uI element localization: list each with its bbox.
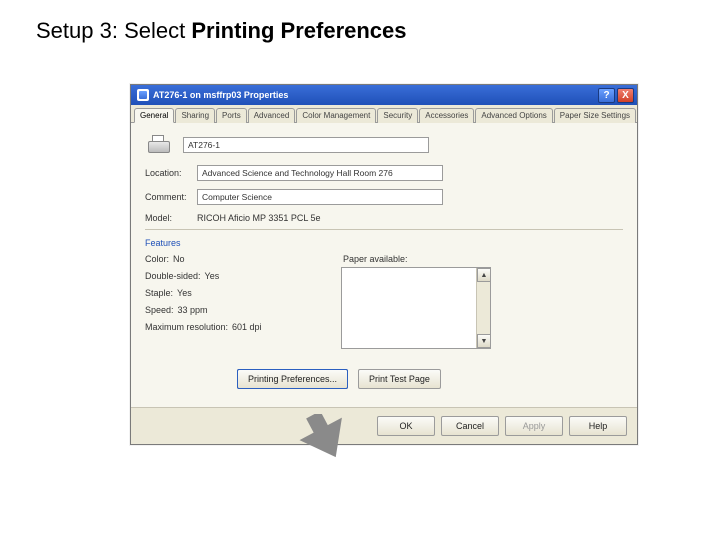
paper-available-label: Paper available: [343,254,491,264]
tab-security[interactable]: Security [377,108,418,123]
features-title: Features [145,238,623,248]
ok-button[interactable]: OK [377,416,435,436]
tab-ports[interactable]: Ports [216,108,247,123]
printing-preferences-button[interactable]: Printing Preferences... [237,369,348,389]
feat-duplex-k: Double-sided: [145,271,201,281]
dialog-button-bar: OK Cancel Apply Help [131,407,637,444]
general-pane: AT276-1 Location: Advanced Science and T… [131,122,637,407]
printer-icon [145,133,173,157]
tab-advanced[interactable]: Advanced [248,108,296,123]
help-button[interactable]: Help [569,416,627,436]
scroll-down-button[interactable]: ▼ [477,334,491,348]
model-value: RICOH Aficio MP 3351 PCL 5e [197,213,321,223]
help-window-button[interactable]: ? [598,88,615,103]
instruction-bold: Printing Preferences [191,18,406,43]
window-title: AT276-1 on msffrp03 Properties [153,90,288,100]
divider [145,229,623,230]
model-label: Model: [145,213,197,223]
location-label: Location: [145,168,197,178]
scrollbar[interactable]: ▲ ▼ [476,268,490,348]
feat-color-v: No [173,254,185,264]
cancel-button[interactable]: Cancel [441,416,499,436]
print-test-page-button[interactable]: Print Test Page [358,369,441,389]
feat-res-v: 601 dpi [232,322,262,332]
scroll-up-button[interactable]: ▲ [477,268,491,282]
feat-color-k: Color: [145,254,169,264]
comment-label: Comment: [145,192,197,202]
location-field[interactable]: Advanced Science and Technology Hall Roo… [197,165,443,181]
tab-accessories[interactable]: Accessories [419,108,474,123]
tab-strip: General Sharing Ports Advanced Color Man… [131,105,637,122]
feat-duplex-v: Yes [205,271,220,281]
tab-advanced-options[interactable]: Advanced Options [475,108,552,123]
tab-general[interactable]: General [134,108,174,123]
apply-button[interactable]: Apply [505,416,563,436]
comment-field[interactable]: Computer Science [197,189,443,205]
printer-name-field[interactable]: AT276-1 [183,137,429,153]
feat-res-k: Maximum resolution: [145,322,228,332]
app-icon [137,89,149,101]
properties-window: AT276-1 on msffrp03 Properties ? X Gener… [130,84,638,445]
tab-sharing[interactable]: Sharing [175,108,215,123]
instruction-prefix: Setup 3: Select [36,18,191,43]
close-window-button[interactable]: X [617,88,634,103]
tab-paper-size-settings[interactable]: Paper Size Settings [554,108,636,123]
feat-staple-v: Yes [177,288,192,298]
titlebar: AT276-1 on msffrp03 Properties ? X [131,85,637,105]
feat-staple-k: Staple: [145,288,173,298]
paper-available-list[interactable]: ▲ ▼ [341,267,491,349]
tab-color-management[interactable]: Color Management [296,108,376,123]
feat-speed-v: 33 ppm [178,305,208,315]
feat-speed-k: Speed: [145,305,174,315]
features-list: Color: No Double-sided: Yes Staple: Yes Spe… [145,254,317,349]
instruction-heading: Setup 3: Select Printing Preferences [36,18,684,44]
